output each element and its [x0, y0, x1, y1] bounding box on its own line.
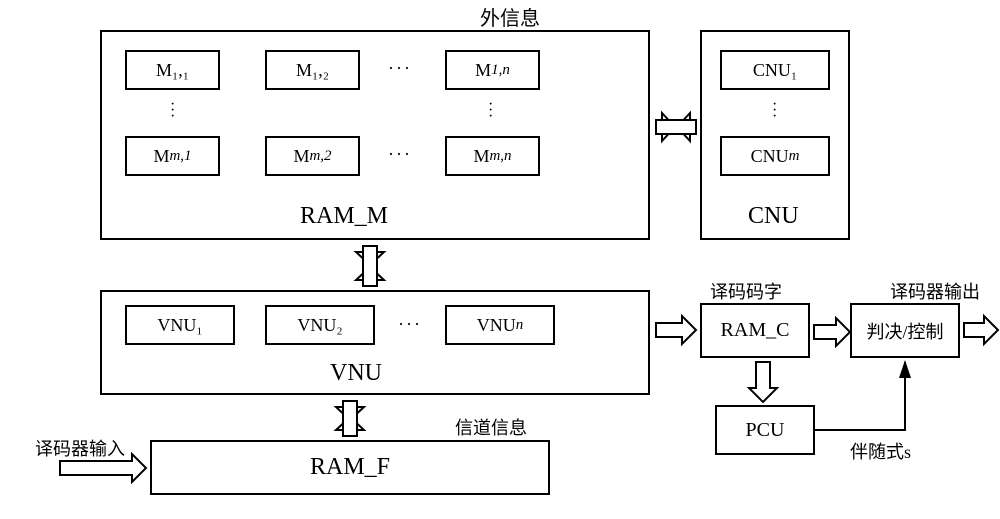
arrows-layer: [0, 0, 1000, 519]
